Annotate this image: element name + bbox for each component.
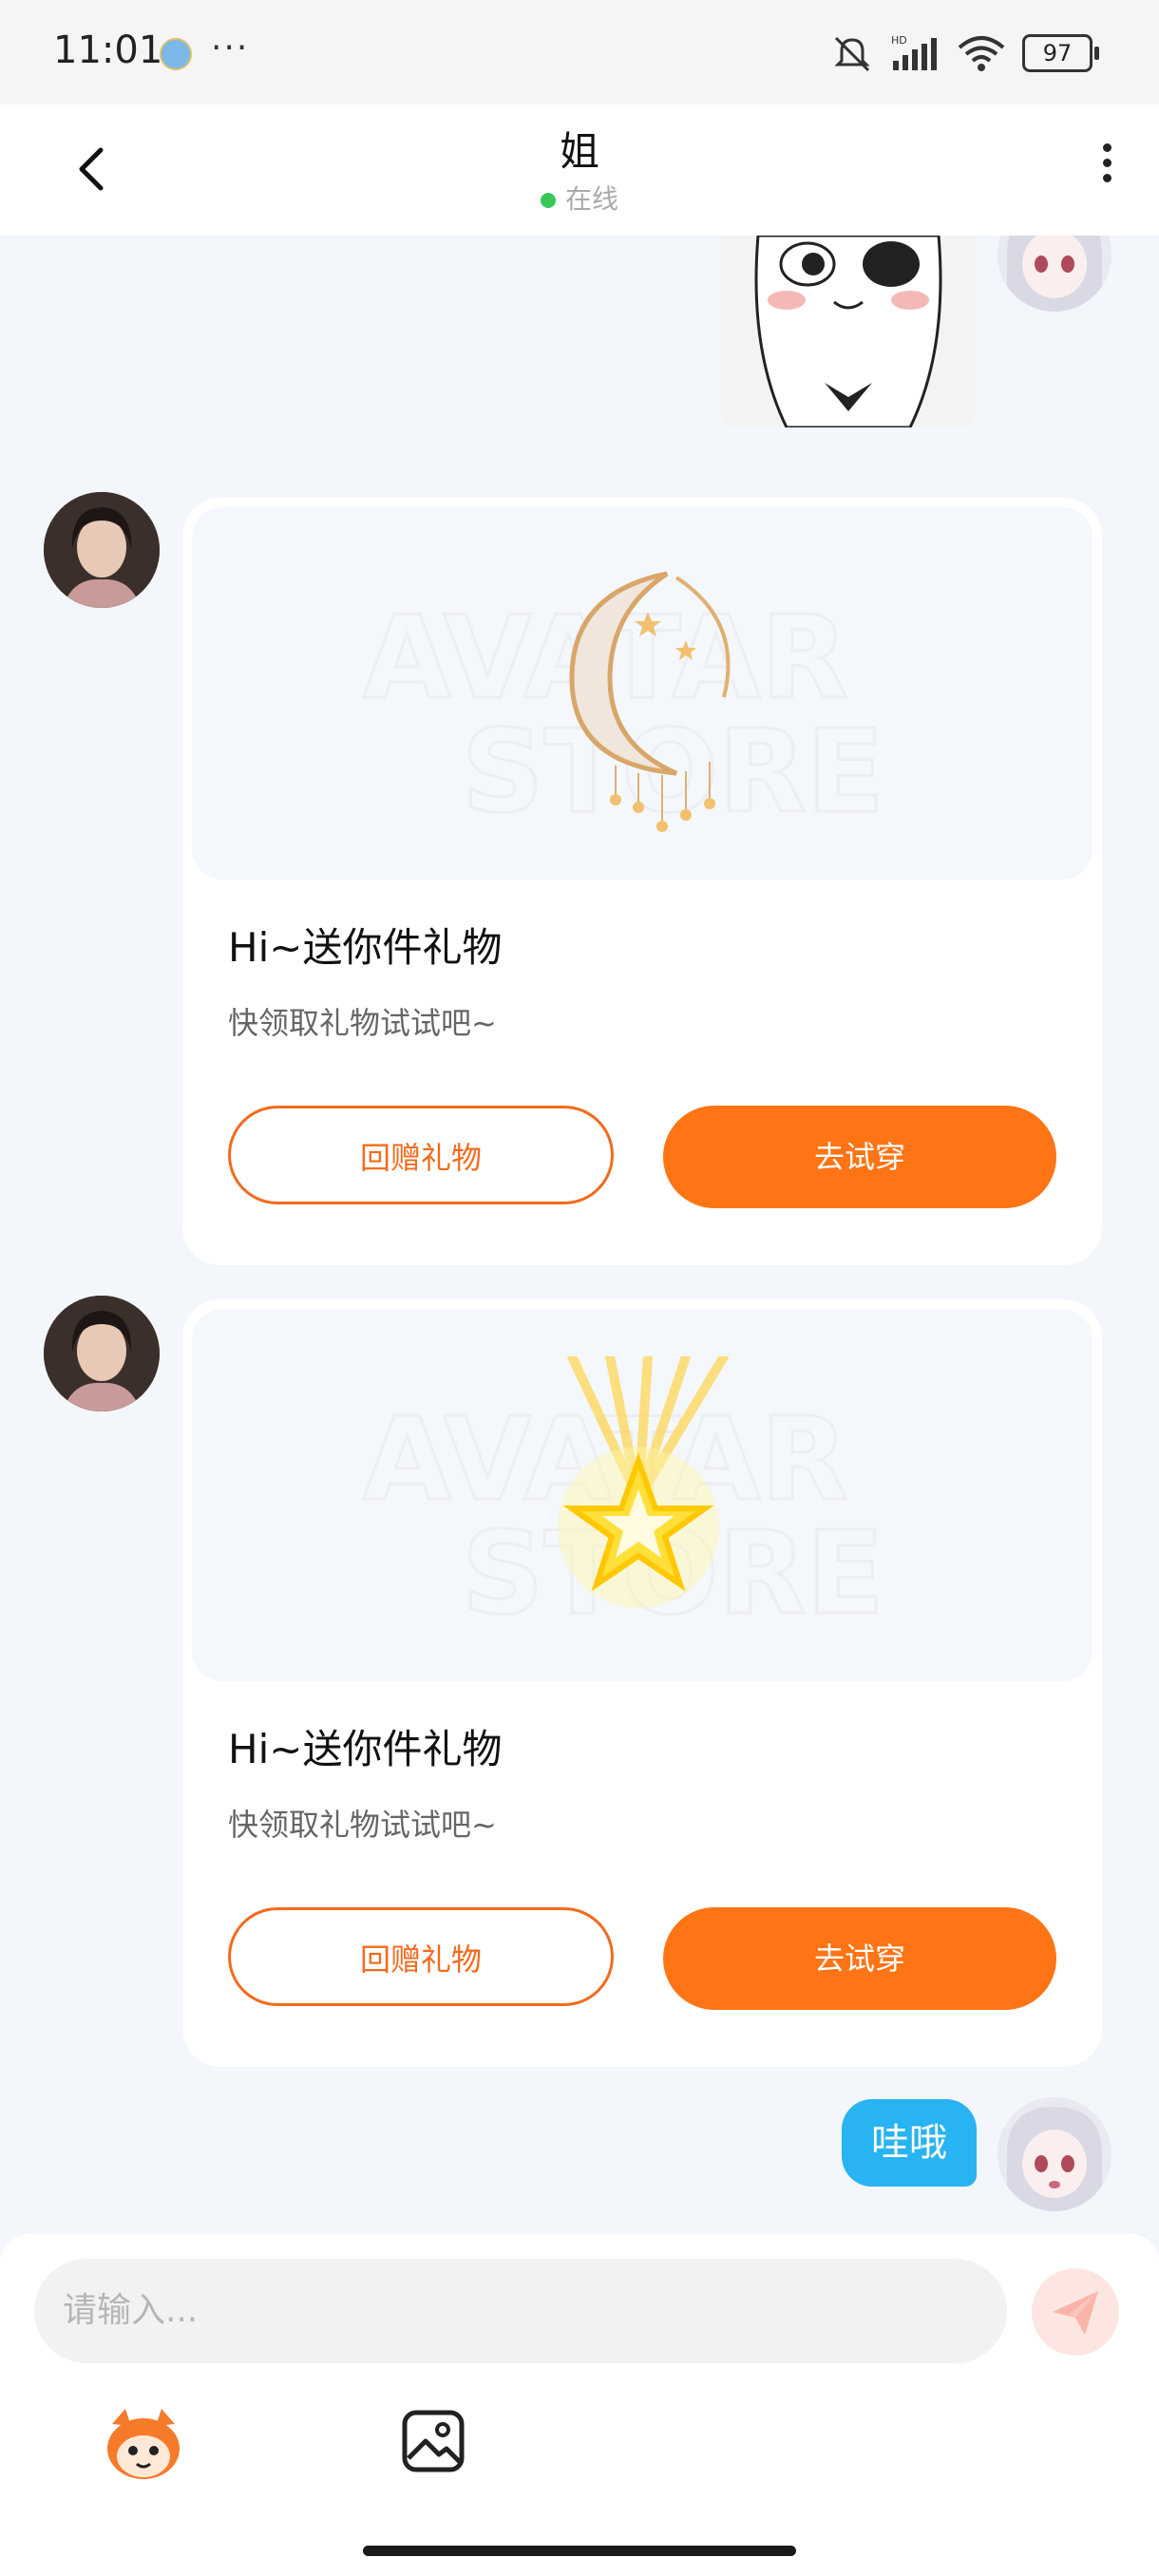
gift-image: AVATAR STORE bbox=[192, 507, 1092, 880]
sticker-message[interactable] bbox=[720, 236, 977, 427]
try-on-button[interactable]: 去试穿 bbox=[663, 1106, 1056, 1208]
send-plane-icon bbox=[1053, 2291, 1098, 2335]
gift-card-title: Hi~送你件礼物 bbox=[228, 924, 503, 971]
gift-card-subtitle: 快领取礼物试试吧~ bbox=[228, 1807, 497, 1843]
online-dot-icon bbox=[540, 193, 556, 208]
my-avatar[interactable] bbox=[998, 2097, 1112, 2211]
message-list[interactable]: AVATAR STORE bbox=[0, 236, 1159, 2235]
status-time: 11:01 bbox=[53, 28, 163, 72]
gift-card[interactable]: AVATAR STORE bbox=[182, 498, 1102, 1265]
girl-avatar-icon bbox=[44, 1296, 160, 1411]
crescent-moon-headpiece-icon bbox=[569, 571, 731, 832]
anime-avatar-icon bbox=[998, 236, 1112, 312]
online-status: 在线 bbox=[0, 179, 1159, 217]
message-input[interactable]: 请输入... bbox=[34, 2259, 1007, 2363]
anime-avatar-icon bbox=[998, 2097, 1112, 2211]
girl-avatar-icon bbox=[44, 492, 160, 608]
gift-card-title: Hi~送你件礼物 bbox=[228, 1726, 503, 1772]
my-avatar[interactable] bbox=[998, 236, 1112, 312]
mute-icon bbox=[834, 36, 870, 72]
chat-header: 姐 在线 bbox=[0, 104, 1159, 236]
signal-icon: HD bbox=[891, 34, 937, 70]
my-text-message[interactable]: 哇哦 bbox=[842, 2099, 977, 2187]
glowing-star-icon bbox=[558, 1356, 729, 1608]
svg-text:HD: HD bbox=[891, 34, 907, 47]
peer-avatar[interactable] bbox=[44, 492, 160, 608]
gift-image: AVATAR STORE bbox=[192, 1309, 1092, 1681]
battery-icon: 97 bbox=[1022, 34, 1099, 72]
try-on-button[interactable]: 去试穿 bbox=[663, 1907, 1056, 2010]
message-input-bar: 请输入... bbox=[0, 2234, 1159, 2576]
gift-card[interactable]: AVATAR STORE Hi~送你件礼物 快领取礼物试试吧~ 回赠礼物 去试穿 bbox=[182, 1299, 1102, 2067]
cartoon-face-sticker bbox=[720, 236, 977, 427]
return-gift-button[interactable]: 回赠礼物 bbox=[228, 1106, 614, 1204]
notification-avatar-icon bbox=[160, 38, 192, 70]
wifi-icon bbox=[958, 36, 1005, 71]
status-bar: 11:01 ··· HD 97 bbox=[0, 0, 1159, 104]
peer-avatar[interactable] bbox=[44, 1296, 160, 1411]
image-picker-icon[interactable] bbox=[401, 2409, 466, 2473]
status-icons: HD bbox=[828, 32, 1007, 74]
mascot-emoji-icon[interactable] bbox=[103, 2405, 184, 2481]
more-options-icon[interactable] bbox=[1092, 137, 1121, 203]
gift-card-subtitle: 快领取礼物试试吧~ bbox=[228, 1005, 497, 1041]
online-status-label: 在线 bbox=[564, 183, 618, 215]
chat-title: 姐 bbox=[559, 128, 599, 175]
status-more-dots: ··· bbox=[211, 28, 250, 67]
return-gift-button[interactable]: 回赠礼物 bbox=[228, 1907, 614, 2006]
home-indicator[interactable] bbox=[363, 2546, 796, 2556]
send-button[interactable] bbox=[1032, 2268, 1119, 2356]
